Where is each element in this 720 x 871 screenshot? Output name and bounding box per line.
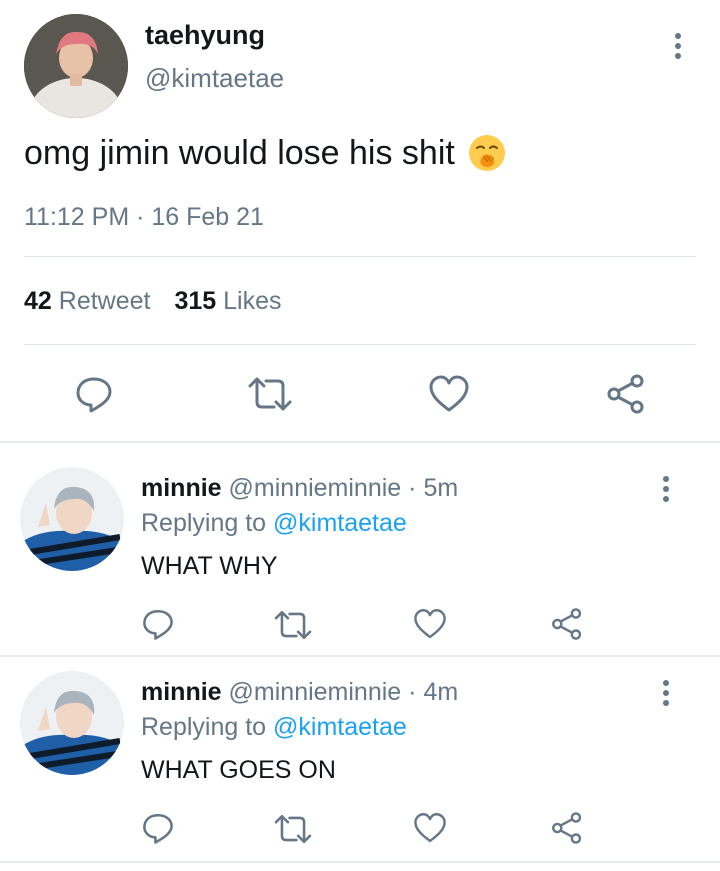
separator: · <box>408 678 417 706</box>
share-icon[interactable] <box>550 811 584 845</box>
user-handle[interactable]: @minnieminnie <box>229 678 402 706</box>
divider <box>24 344 696 345</box>
retweet-icon[interactable] <box>272 812 314 846</box>
like-icon[interactable] <box>413 607 447 641</box>
display-name[interactable]: minnie <box>141 474 222 502</box>
more-icon[interactable] <box>652 677 680 709</box>
reply-header: minnie @minnieminnie · 5m <box>141 474 458 503</box>
separator: · <box>408 474 417 502</box>
reply-icon[interactable] <box>141 607 175 641</box>
retweet-icon[interactable] <box>246 374 294 414</box>
tweet-timestamp[interactable]: 11:12 PM · 16 Feb 21 <box>24 203 264 232</box>
avatar[interactable] <box>24 14 128 118</box>
retweet-icon[interactable] <box>272 608 314 642</box>
main-tweet: taehyung @kimtaetae omg jimin would lose… <box>0 0 720 441</box>
mention-link[interactable]: @kimtaetae <box>273 713 407 741</box>
retweet-count: 42 <box>24 287 52 315</box>
reply-time: 5m <box>423 474 459 502</box>
avatar[interactable] <box>20 467 124 571</box>
replying-to: Replying to @kimtaetae <box>141 509 407 538</box>
tweet-text-row: omg jimin would lose his shit <box>24 133 507 173</box>
share-icon[interactable] <box>550 607 584 641</box>
more-icon[interactable] <box>664 30 692 62</box>
reply-tweet[interactable]: minnie @minnieminnie · 5m Replying to @k… <box>0 443 720 654</box>
retweet-label: Retweet <box>58 287 151 315</box>
user-handle[interactable]: @minnieminnie <box>229 474 402 502</box>
reply-time: 4m <box>423 678 459 706</box>
reply-header: minnie @minnieminnie · 4m <box>141 678 458 707</box>
more-icon[interactable] <box>652 473 680 505</box>
retweet-stat[interactable]: 42 Retweet <box>24 287 150 316</box>
likes-label: Likes <box>223 287 282 315</box>
display-name[interactable]: taehyung <box>145 20 265 51</box>
share-icon[interactable] <box>605 374 647 414</box>
yawning-face-icon <box>467 133 507 173</box>
divider <box>0 861 720 863</box>
reply-text: WHAT GOES ON <box>141 756 336 784</box>
user-handle[interactable]: @kimtaetae <box>145 63 284 94</box>
reply-text: WHAT WHY <box>141 552 278 580</box>
like-icon[interactable] <box>413 811 447 845</box>
replying-to-prefix: Replying to <box>141 713 267 741</box>
reply-icon[interactable] <box>74 374 114 414</box>
tweet-stats: 42 Retweet 315 Likes <box>24 287 282 316</box>
divider <box>24 256 696 257</box>
likes-stat[interactable]: 315 Likes <box>174 287 281 316</box>
like-icon[interactable] <box>428 374 470 414</box>
likes-count: 315 <box>174 287 217 315</box>
avatar[interactable] <box>20 671 124 775</box>
action-bar <box>0 372 720 416</box>
mention-link[interactable]: @kimtaetae <box>273 509 407 537</box>
display-name[interactable]: minnie <box>141 678 222 706</box>
tweet-text: omg jimin would lose his shit <box>24 133 455 172</box>
replying-to: Replying to @kimtaetae <box>141 713 407 742</box>
replying-to-prefix: Replying to <box>141 509 267 537</box>
reply-icon[interactable] <box>141 811 175 845</box>
reply-tweet[interactable]: minnie @minnieminnie · 4m Replying to @k… <box>0 657 720 863</box>
